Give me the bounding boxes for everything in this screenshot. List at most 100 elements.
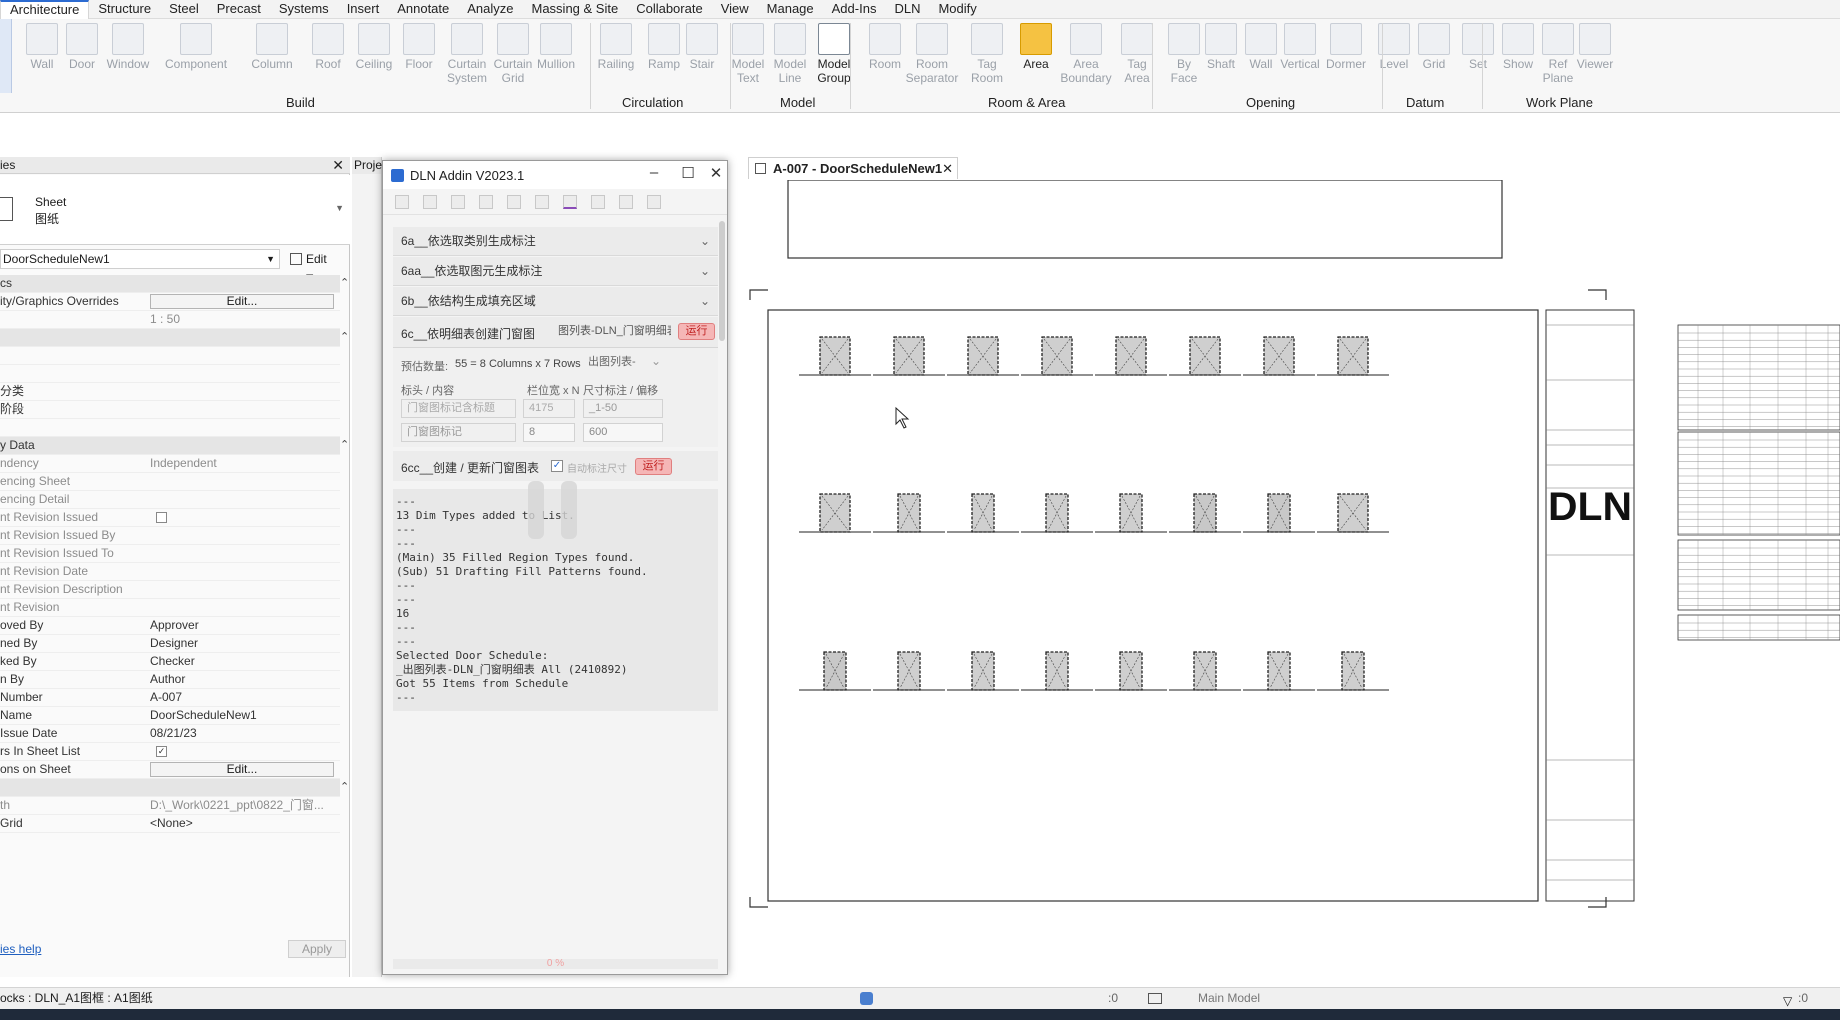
tool-vertical[interactable]: Vertical — [1280, 23, 1320, 71]
tool-wall[interactable]: Wall — [22, 23, 62, 71]
door-elevation[interactable] — [873, 336, 945, 376]
property-row[interactable]: Name DoorScheduleNew1 — [0, 707, 340, 725]
property-row[interactable] — [0, 419, 340, 437]
door-elevation[interactable] — [1095, 493, 1167, 533]
property-row[interactable]: ned By Designer — [0, 635, 340, 653]
tool-roof[interactable]: Roof — [308, 23, 348, 71]
door-elevation[interactable] — [1243, 336, 1315, 376]
ribbon-tab-systems[interactable]: Systems — [270, 0, 338, 19]
tool-dormer[interactable]: Dormer — [1326, 23, 1366, 71]
ribbon-tab-insert[interactable]: Insert — [338, 0, 389, 19]
dialog-titlebar[interactable]: DLN Addin V2023.1 – ☐ ✕ — [383, 161, 727, 189]
dialog-tool-icon[interactable] — [535, 195, 549, 209]
tool-window[interactable]: Window — [107, 23, 149, 71]
tool-curtain-grid[interactable]: Curtain Grid — [493, 23, 533, 85]
tool-shaft[interactable]: Shaft — [1201, 23, 1241, 71]
tool-area-boundary[interactable]: Area Boundary — [1060, 23, 1112, 85]
property-row[interactable]: encing Detail — [0, 491, 340, 509]
ribbon-tab-modify[interactable]: Modify — [929, 0, 985, 19]
tool-model-text[interactable]: Model Text — [728, 23, 768, 85]
collapse-icon[interactable]: ⌃ — [340, 437, 349, 454]
door-elevation[interactable] — [1095, 651, 1167, 691]
dim-type-select[interactable]: _1-50 — [583, 399, 663, 418]
property-row[interactable]: nt Revision Date — [0, 563, 340, 581]
section-6b[interactable]: 6b__依结构生成填充区域 ⌄ — [393, 287, 718, 316]
properties-help-link[interactable]: ies help — [0, 942, 41, 956]
door-elevation[interactable] — [1169, 651, 1241, 691]
door-elevation[interactable] — [1021, 336, 1093, 376]
property-row[interactable] — [0, 347, 340, 365]
offset-field[interactable]: 600 — [583, 423, 663, 442]
tool-column[interactable]: Column — [251, 23, 293, 71]
dialog-scrollbar[interactable] — [719, 221, 725, 341]
ribbon-tab-architecture[interactable]: Architecture — [0, 0, 90, 19]
property-row[interactable]: nt Revision Issued By — [0, 527, 340, 545]
instance-filter[interactable]: DoorScheduleNew1 ▼ — [0, 249, 280, 269]
property-row[interactable]: 1 : 50 — [0, 311, 340, 329]
property-row[interactable]: nt Revision Description — [0, 581, 340, 599]
worksets-icon[interactable] — [860, 992, 873, 1005]
tool-grid[interactable]: Grid — [1414, 23, 1454, 71]
tag-select[interactable]: 门窗图标记 — [401, 423, 516, 442]
ribbon-tab-massing-site[interactable]: Massing & Site — [523, 0, 628, 19]
schedule-select[interactable]: 图列表-DLN_门窗明细表 — [553, 323, 671, 342]
property-row[interactable]: ons on Sheet Edit... — [0, 761, 340, 779]
auto-dim-checkbox[interactable]: ✓ — [551, 460, 563, 472]
section-6a[interactable]: 6a__依选取类别生成标注 ⌄ — [393, 227, 718, 256]
property-row[interactable]: Grid <None> — [0, 815, 340, 833]
tool-component[interactable]: Component — [165, 23, 227, 71]
tool-tag-area[interactable]: Tag Area — [1117, 23, 1157, 85]
tool-ref-plane[interactable]: Ref Plane — [1538, 23, 1578, 85]
property-group-header[interactable]: ⌃ — [0, 779, 349, 797]
view-tab[interactable]: A-007 - DoorScheduleNew1 ✕ — [748, 157, 958, 179]
maximize-icon[interactable]: ☐ — [677, 164, 699, 182]
collapse-icon[interactable]: ⌃ — [340, 275, 349, 292]
tool-viewer[interactable]: Viewer — [1575, 23, 1615, 71]
ribbon-tab-add-ins[interactable]: Add-Ins — [823, 0, 886, 19]
property-value[interactable]: Author — [150, 671, 335, 688]
property-group-header[interactable]: cs ⌃ — [0, 275, 349, 293]
section-6aa[interactable]: 6aa__依选取图元生成标注 ⌄ — [393, 257, 718, 286]
tool-ramp[interactable]: Ramp — [644, 23, 684, 71]
ribbon-tab-collaborate[interactable]: Collaborate — [627, 0, 712, 19]
property-checkbox[interactable]: ✓ — [156, 746, 167, 757]
tool-level[interactable]: Level — [1374, 23, 1414, 71]
tool-room-separator[interactable]: Room Separator — [906, 23, 958, 85]
door-elevation[interactable] — [1317, 493, 1389, 533]
close-icon[interactable]: ✕ — [705, 164, 727, 182]
collapse-icon[interactable]: ⌃ — [340, 779, 349, 796]
property-value[interactable]: A-007 — [150, 689, 335, 706]
tool-railing[interactable]: Railing — [596, 23, 636, 71]
tool-room[interactable]: Room — [865, 23, 905, 71]
panel-label-room-area[interactable]: Room & Area — [988, 95, 1065, 110]
column-width-field[interactable]: 4175 — [523, 399, 575, 418]
chevron-down-icon[interactable]: ▼ — [335, 203, 344, 213]
tool-by-face[interactable]: By Face — [1164, 23, 1204, 85]
property-row[interactable]: nt Revision — [0, 599, 340, 617]
sheet-canvas[interactable]: DLN — [748, 179, 1840, 967]
tool-floor[interactable]: Floor — [399, 23, 439, 71]
door-elevation[interactable] — [873, 651, 945, 691]
door-elevation[interactable] — [799, 493, 871, 533]
property-value[interactable]: Designer — [150, 635, 335, 652]
door-elevation[interactable] — [1317, 651, 1389, 691]
property-group-header[interactable]: y Data ⌃ — [0, 437, 349, 455]
door-elevation[interactable] — [1021, 493, 1093, 533]
property-row[interactable]: Number A-007 — [0, 689, 340, 707]
door-elevation[interactable] — [799, 651, 871, 691]
run-6c-button[interactable]: 运行 — [678, 323, 715, 340]
dialog-tool-icon[interactable] — [423, 195, 437, 209]
property-row[interactable]: ked By Checker — [0, 653, 340, 671]
property-checkbox[interactable] — [156, 512, 167, 523]
tool-set[interactable]: Set — [1458, 23, 1498, 71]
tool-curtain-system[interactable]: Curtain System — [447, 23, 487, 85]
close-icon[interactable]: ✕ — [332, 157, 344, 173]
property-value[interactable]: Checker — [150, 653, 335, 670]
tool-show[interactable]: Show — [1498, 23, 1538, 71]
tool-area[interactable]: Area — [1016, 23, 1056, 71]
header-content-select[interactable]: 门窗图标记含标题 — [401, 399, 516, 418]
tool-tag-room[interactable]: Tag Room — [967, 23, 1007, 85]
door-elevation[interactable] — [799, 336, 871, 376]
door-elevation[interactable] — [1095, 336, 1167, 376]
ribbon-tab-structure[interactable]: Structure — [89, 0, 160, 19]
